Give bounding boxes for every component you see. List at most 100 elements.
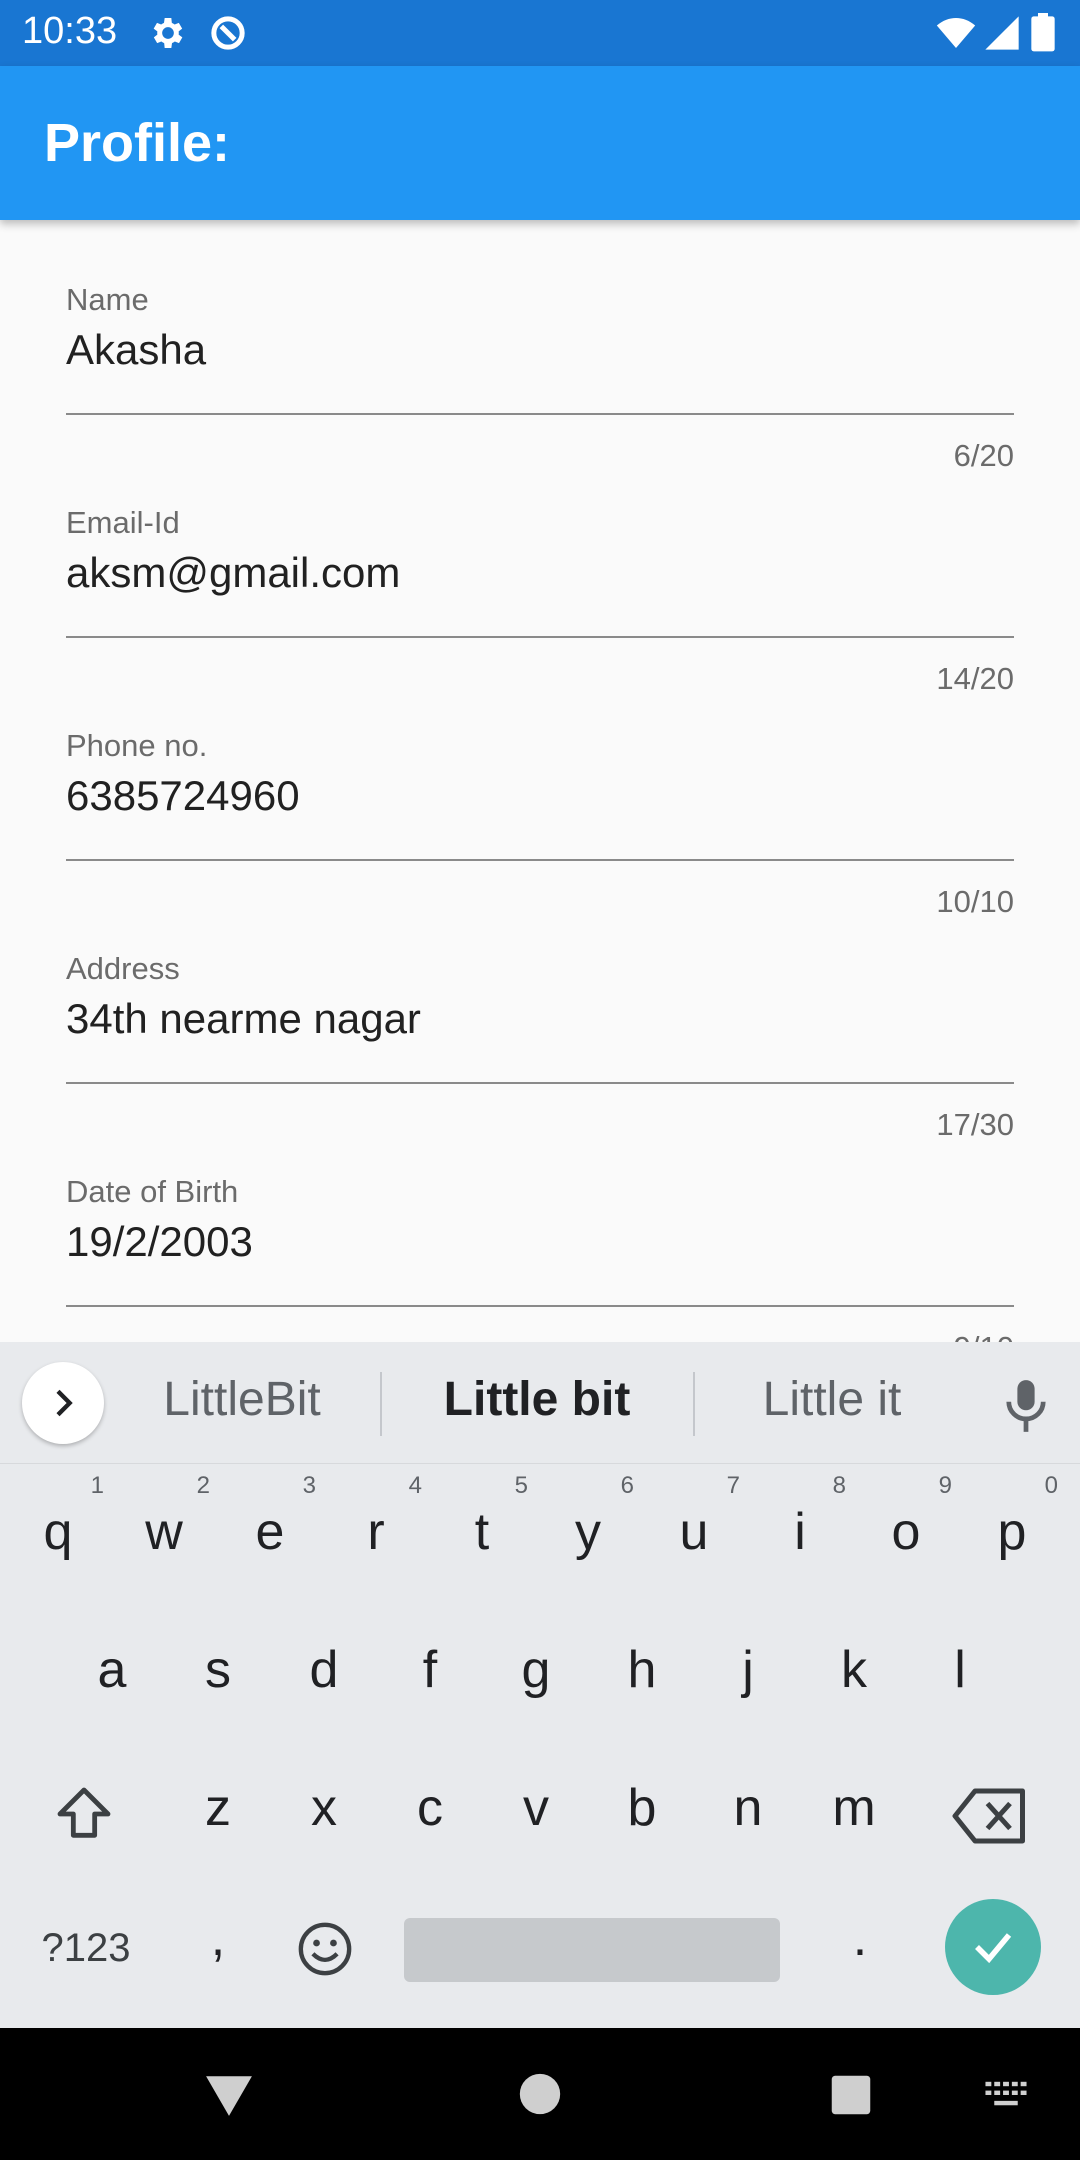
chevron-right-icon: [56, 1389, 73, 1417]
key-l[interactable]: l: [910, 1640, 1010, 1700]
address-field[interactable]: Address 34th nearme nagar 17/30: [66, 889, 1014, 1142]
backspace-icon[interactable]: [952, 1786, 1028, 1846]
dob-label: Date of Birth: [66, 1174, 239, 1209]
name-input[interactable]: Akasha: [66, 326, 206, 374]
key-m[interactable]: m: [804, 1778, 904, 1838]
key-label: o: [891, 1503, 921, 1561]
email-underline: [66, 636, 1014, 638]
key-label: t: [474, 1503, 490, 1561]
comma-key[interactable]: ,: [168, 1908, 268, 1968]
home-icon[interactable]: [518, 2072, 562, 2116]
key-label: q: [43, 1503, 73, 1561]
key-hint: 3: [302, 1472, 316, 1499]
key-s[interactable]: s: [168, 1640, 268, 1700]
suggestion-strip: LittleBit Little bit Little it: [0, 1342, 1080, 1464]
phone-field[interactable]: Phone no. 6385724960 10/10: [66, 666, 1014, 919]
key-hint: 2: [196, 1472, 210, 1499]
key-label: w: [145, 1503, 183, 1561]
done-button[interactable]: [945, 1899, 1041, 1995]
key-hint: 0: [1044, 1472, 1058, 1499]
name-underline: [66, 413, 1014, 415]
email-label: Email-Id: [66, 505, 180, 540]
wifi-icon: [936, 18, 976, 48]
suggestion-3[interactable]: Little it: [702, 1372, 962, 1427]
status-time: 10:33: [22, 10, 118, 52]
name-field[interactable]: Name Akasha 6/20: [66, 220, 1014, 473]
space-bar[interactable]: [404, 1918, 780, 1982]
key-hint: 5: [514, 1472, 528, 1499]
key-label: e: [255, 1503, 285, 1561]
suggestion-1[interactable]: LittleBit: [112, 1372, 372, 1427]
key-r[interactable]: r4: [326, 1472, 426, 1562]
key-hint: 4: [408, 1472, 422, 1499]
signal-icon: [985, 16, 1019, 50]
suggestion-divider: [380, 1372, 382, 1436]
page-title: Profile:: [44, 113, 231, 173]
address-input[interactable]: 34th nearme nagar: [66, 995, 421, 1043]
phone-underline: [66, 859, 1014, 861]
system-nav-bar: [0, 2028, 1080, 2160]
profile-form: Name Akasha 6/20 Email-Id aksm@gmail.com…: [0, 220, 1080, 1342]
app-bar: Profile:: [0, 66, 1080, 220]
key-label: r: [367, 1503, 385, 1561]
key-label: y: [575, 1503, 601, 1561]
key-y[interactable]: y6: [538, 1472, 638, 1562]
key-label: u: [679, 1503, 709, 1561]
email-field[interactable]: Email-Id aksm@gmail.com 14/20: [66, 443, 1014, 696]
key-d[interactable]: d: [274, 1640, 374, 1700]
mic-icon[interactable]: [1000, 1378, 1052, 1434]
key-label: i: [794, 1503, 806, 1561]
suggestion-divider: [693, 1372, 695, 1436]
dob-underline: [66, 1305, 1014, 1307]
symbols-key[interactable]: ?123: [26, 1926, 146, 1971]
key-h[interactable]: h: [592, 1640, 692, 1700]
key-k[interactable]: k: [804, 1640, 904, 1700]
key-e[interactable]: e3: [220, 1472, 320, 1562]
suggestion-2[interactable]: Little bit: [407, 1372, 667, 1427]
key-n[interactable]: n: [698, 1778, 798, 1838]
address-underline: [66, 1082, 1014, 1084]
keyboard-expand-button[interactable]: [22, 1362, 104, 1444]
key-hint: 9: [938, 1472, 952, 1499]
settings-icon: [153, 18, 183, 48]
key-a[interactable]: a: [62, 1640, 162, 1700]
key-p[interactable]: p0: [962, 1472, 1062, 1562]
status-bar: 10:33: [0, 0, 1080, 66]
key-q[interactable]: q1: [8, 1472, 108, 1562]
key-g[interactable]: g: [486, 1640, 586, 1700]
shift-icon[interactable]: [52, 1782, 116, 1846]
soft-keyboard: LittleBit Little bit Little it q1 w2 e3 …: [0, 1342, 1080, 2028]
dob-field[interactable]: Date of Birth 19/2/2003 9/10: [66, 1112, 1014, 1342]
check-icon: [975, 1933, 1012, 1964]
phone-input[interactable]: 6385724960: [66, 772, 300, 820]
phone-label: Phone no.: [66, 728, 208, 763]
key-j[interactable]: j: [698, 1640, 798, 1700]
back-icon[interactable]: [204, 2072, 254, 2118]
dob-input[interactable]: 19/2/2003: [66, 1218, 253, 1266]
key-hint: 1: [90, 1472, 104, 1499]
name-label: Name: [66, 282, 149, 317]
key-b[interactable]: b: [592, 1778, 692, 1838]
recents-icon[interactable]: [830, 2074, 872, 2116]
address-label: Address: [66, 951, 180, 986]
key-o[interactable]: o9: [856, 1472, 956, 1562]
emoji-icon[interactable]: [296, 1920, 354, 1978]
period-key[interactable]: .: [810, 1908, 910, 1968]
keyboard-icon[interactable]: [984, 2080, 1028, 2110]
key-label: p: [997, 1503, 1027, 1561]
sync-icon: [211, 16, 245, 50]
key-u[interactable]: u7: [644, 1472, 744, 1562]
key-v[interactable]: v: [486, 1778, 586, 1838]
key-f[interactable]: f: [380, 1640, 480, 1700]
battery-icon: [1031, 13, 1055, 52]
dob-counter: 9/10: [954, 1330, 1014, 1342]
key-i[interactable]: i8: [750, 1472, 850, 1562]
key-hint: 6: [620, 1472, 634, 1499]
key-z[interactable]: z: [168, 1778, 268, 1838]
key-w[interactable]: w2: [114, 1472, 214, 1562]
key-t[interactable]: t5: [432, 1472, 532, 1562]
key-c[interactable]: c: [380, 1778, 480, 1838]
email-input[interactable]: aksm@gmail.com: [66, 549, 400, 597]
key-x[interactable]: x: [274, 1778, 374, 1838]
key-hint: 7: [726, 1472, 740, 1499]
